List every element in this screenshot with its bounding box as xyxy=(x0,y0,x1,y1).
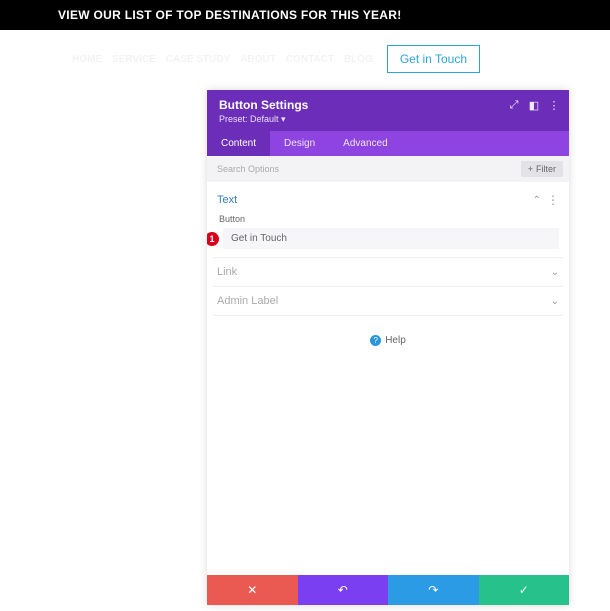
section-text-header[interactable]: Text ⌃ ⋮ xyxy=(217,194,559,206)
save-button[interactable]: ✓ xyxy=(479,575,570,605)
step-badge-1: 1 xyxy=(207,232,219,246)
expand-icon[interactable]: ⤢ xyxy=(509,100,519,110)
section-admin-label: Admin Label ⌄ xyxy=(213,287,563,316)
site-nav: HOME SERVICE CASE STUDY ABOUT CONTACT BL… xyxy=(0,30,610,83)
field-label-button: Button xyxy=(219,214,557,224)
nav-links: HOME SERVICE CASE STUDY ABOUT CONTACT BL… xyxy=(72,54,373,65)
nav-link[interactable]: HOME xyxy=(72,54,102,65)
section-title: Admin Label xyxy=(217,295,278,307)
tab-advanced[interactable]: Advanced xyxy=(329,131,401,156)
section-link-header[interactable]: Link ⌄ xyxy=(217,266,559,278)
promo-banner: VIEW OUR LIST OF TOP DESTINATIONS FOR TH… xyxy=(0,0,610,30)
panel-body: Text ⌃ ⋮ Button 1 Link ⌄ Admin Label ⌄ xyxy=(207,182,569,575)
section-title: Link xyxy=(217,266,237,278)
chevron-down-icon: ⌄ xyxy=(551,267,559,278)
close-icon: ✕ xyxy=(247,583,257,597)
tab-content[interactable]: Content xyxy=(207,131,270,156)
nav-link[interactable]: CONTACT xyxy=(286,54,334,65)
section-admin-header[interactable]: Admin Label ⌄ xyxy=(217,295,559,307)
nav-link[interactable]: CASE STUDY xyxy=(166,54,230,65)
chevron-up-icon: ⌃ xyxy=(533,195,541,206)
redo-button[interactable]: ↷ xyxy=(388,575,479,605)
plus-icon: + xyxy=(528,164,533,174)
check-icon: ✓ xyxy=(519,583,529,597)
help-link[interactable]: ?Help xyxy=(370,335,406,346)
section-text: Text ⌃⋮ Button 1 xyxy=(213,186,563,258)
undo-icon: ↶ xyxy=(338,583,348,597)
redo-icon: ↷ xyxy=(428,583,438,597)
nav-link[interactable]: ABOUT xyxy=(240,54,276,65)
cancel-button[interactable]: ✕ xyxy=(207,575,298,605)
panel-tabs: Content Design Advanced xyxy=(207,131,569,156)
button-settings-panel: Button Settings Preset: Default ▾ ⤢ ◧ ⋮ … xyxy=(207,90,569,605)
panel-preset[interactable]: Preset: Default ▾ xyxy=(219,114,557,125)
panel-title: Button Settings xyxy=(219,98,557,112)
chevron-down-icon: ⌄ xyxy=(551,296,559,307)
section-title: Text xyxy=(217,194,237,206)
more-icon[interactable]: ⋮ xyxy=(547,194,559,206)
filter-button[interactable]: +Filter xyxy=(521,161,563,177)
panel-header[interactable]: Button Settings Preset: Default ▾ ⤢ ◧ ⋮ xyxy=(207,90,569,131)
undo-button[interactable]: ↶ xyxy=(298,575,389,605)
panel-footer: ✕ ↶ ↷ ✓ xyxy=(207,575,569,605)
button-text-input[interactable] xyxy=(223,228,559,249)
tab-design[interactable]: Design xyxy=(270,131,329,156)
section-link: Link ⌄ xyxy=(213,258,563,287)
nav-link[interactable]: SERVICE xyxy=(112,54,156,65)
snap-icon[interactable]: ◧ xyxy=(529,100,539,110)
get-in-touch-button[interactable]: Get in Touch xyxy=(387,45,480,73)
search-options-input[interactable]: Search Options xyxy=(217,164,279,174)
nav-link[interactable]: BLOG xyxy=(344,54,373,65)
search-row: Search Options +Filter xyxy=(207,156,569,182)
menu-icon[interactable]: ⋮ xyxy=(549,100,559,110)
help-icon: ? xyxy=(370,335,381,346)
